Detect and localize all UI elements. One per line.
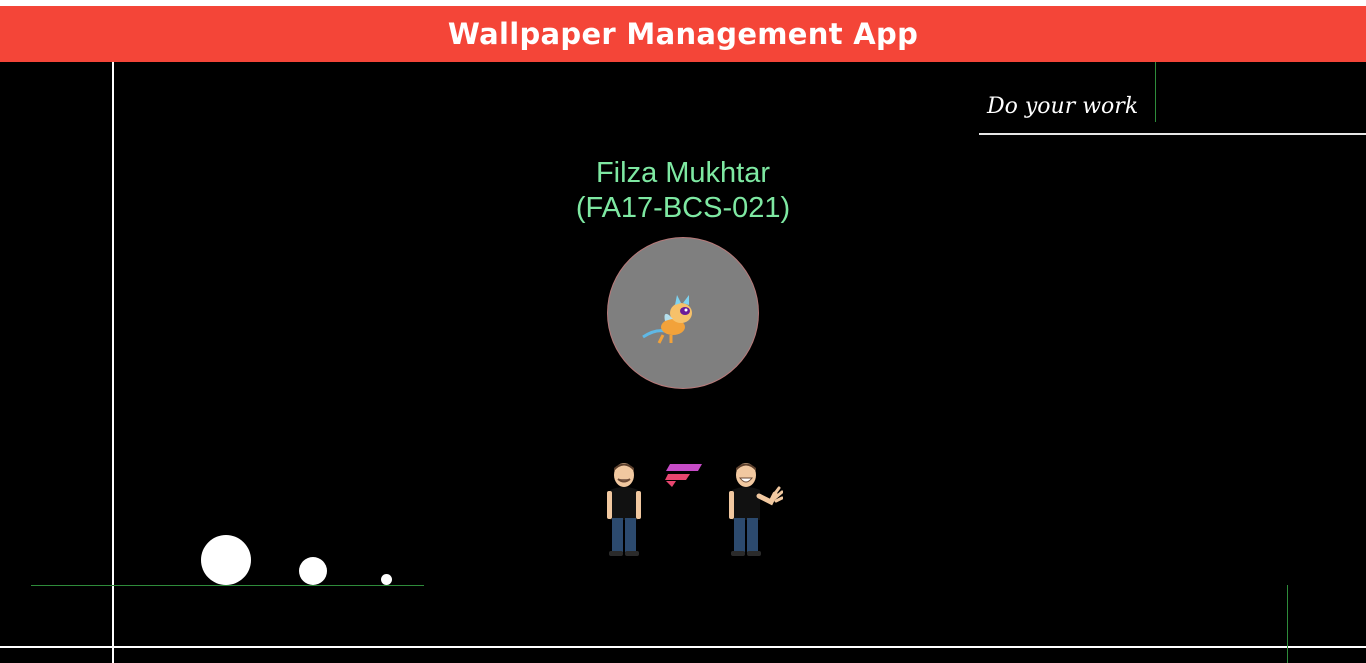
caption-text: Do your work xyxy=(987,94,1139,119)
caption-underline xyxy=(979,133,1366,135)
app-screen: Wallpaper Management App Do your work Fi… xyxy=(0,0,1366,663)
standing-man-icon xyxy=(607,463,641,556)
caption-green-line xyxy=(1155,62,1156,122)
student-id: (FA17-BCS-021) xyxy=(575,192,791,224)
f-logo-icon xyxy=(665,464,702,487)
small-ball xyxy=(381,574,392,585)
baby-dragon-icon xyxy=(642,295,692,344)
large-ball xyxy=(201,535,251,585)
left-vertical-line xyxy=(112,62,114,663)
waving-man-icon xyxy=(729,463,783,556)
app-title: Wallpaper Management App xyxy=(447,17,919,51)
student-name: Filza Mukhtar xyxy=(595,157,771,189)
medium-ball xyxy=(299,557,327,585)
bottom-horizontal-line xyxy=(0,646,1366,648)
title-bar: Wallpaper Management App xyxy=(0,6,1366,62)
ground-green-line xyxy=(31,585,424,586)
right-green-line xyxy=(1287,585,1288,663)
avatar xyxy=(608,238,758,388)
